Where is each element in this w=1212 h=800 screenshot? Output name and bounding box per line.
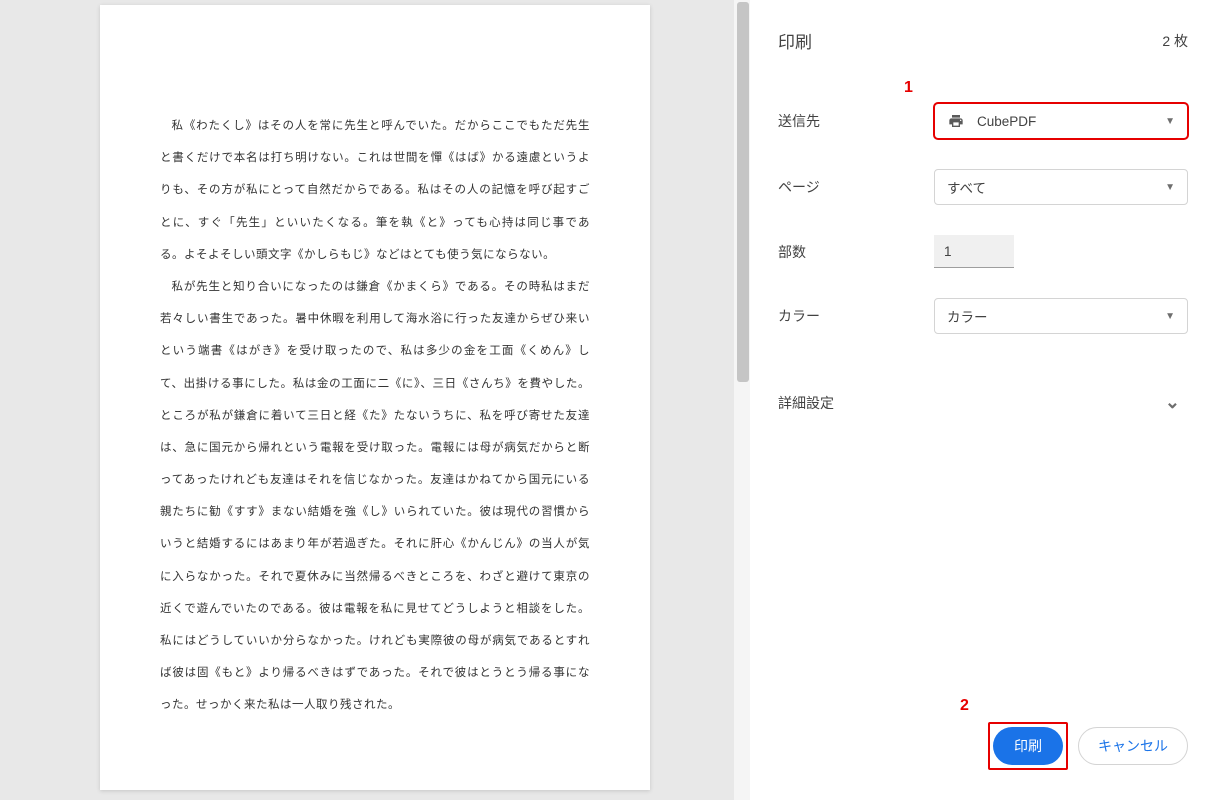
printer-icon [947, 113, 965, 129]
cancel-button[interactable]: キャンセル [1078, 727, 1188, 765]
chevron-down-icon: ▼ [1165, 116, 1175, 127]
color-label: カラー [778, 306, 918, 326]
chevron-down-icon: ⌄ [1165, 392, 1180, 413]
pages-label: ページ [778, 177, 918, 197]
more-settings-toggle[interactable]: 詳細設定 ⌄ [778, 392, 1188, 413]
destination-label: 送信先 [778, 111, 918, 131]
print-settings-panel: 印刷 2 枚 送信先 1 CubePDF ▼ ページ すべて ▼ 部数 [750, 0, 1212, 800]
print-preview-area: 私《わたくし》はその人を常に先生と呼んでいた。だからここでもただ先生と書くだけで… [0, 0, 750, 800]
print-button[interactable]: 印刷 [993, 727, 1063, 765]
color-value: カラー [947, 306, 988, 326]
page-count: 2 枚 [1162, 31, 1188, 51]
panel-title: 印刷 [778, 28, 812, 53]
copies-input[interactable] [934, 235, 1014, 268]
annotation-marker-1: 1 [904, 79, 913, 97]
copies-label: 部数 [778, 242, 918, 262]
destination-dropdown[interactable]: CubePDF ▼ [934, 103, 1188, 139]
document-paragraph: 私《わたくし》はその人を常に先生と呼んでいた。だからここでもただ先生と書くだけで… [160, 110, 590, 271]
scroll-thumb[interactable] [737, 2, 749, 382]
destination-value: CubePDF [977, 114, 1036, 129]
document-content: 私《わたくし》はその人を常に先生と呼んでいた。だからここでもただ先生と書くだけで… [160, 110, 590, 722]
pages-dropdown[interactable]: すべて ▼ [934, 169, 1188, 205]
more-settings-label: 詳細設定 [778, 393, 834, 413]
chevron-down-icon: ▼ [1165, 182, 1175, 193]
annotation-marker-2: 2 [960, 697, 969, 715]
document-paragraph: 私が先生と知り合いになったのは鎌倉《かまくら》である。その時私はまだ若々しい書生… [160, 271, 590, 722]
preview-page: 私《わたくし》はその人を常に先生と呼んでいた。だからここでもただ先生と書くだけで… [100, 5, 650, 790]
preview-scrollbar[interactable]: ▲ [734, 0, 750, 800]
color-dropdown[interactable]: カラー ▼ [934, 298, 1188, 334]
chevron-down-icon: ▼ [1165, 311, 1175, 322]
pages-value: すべて [947, 177, 986, 197]
